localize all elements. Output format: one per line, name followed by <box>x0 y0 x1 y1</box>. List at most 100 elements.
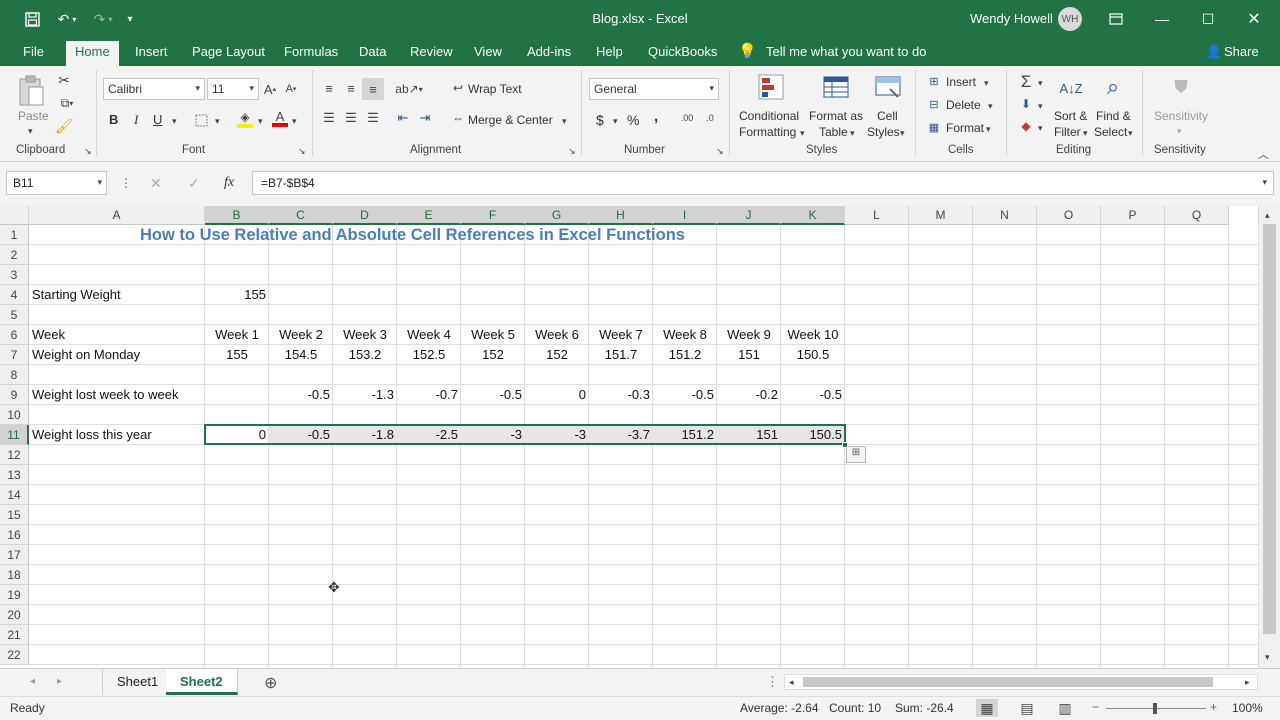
conditional-formatting-label[interactable]: Conditional <box>739 109 799 123</box>
formula-input[interactable]: =B7-$B$4 ▾ <box>252 171 1274 195</box>
week-header-10[interactable]: Week 10 <box>781 325 845 345</box>
status-average[interactable]: Average: -2.64 <box>740 701 819 715</box>
status-sum[interactable]: Sum: -26.4 <box>895 701 954 715</box>
find-select-dropdown-icon[interactable]: ▾ <box>1128 128 1133 139</box>
monday-weight-2[interactable]: 154.5 <box>269 345 333 365</box>
row-header-19[interactable]: 19 <box>0 585 29 605</box>
weekly-loss-5[interactable]: -0.5 <box>461 385 525 405</box>
prev-sheet-icon[interactable]: ◂ <box>30 676 35 687</box>
more-sheets-icon[interactable]: ⋮ <box>766 674 779 690</box>
weekly-loss-3[interactable]: -1.3 <box>333 385 397 405</box>
clipboard-launcher-icon[interactable]: ↘ <box>84 146 92 157</box>
monday-weight-8[interactable]: 151.2 <box>653 345 717 365</box>
number-launcher-icon[interactable]: ↘ <box>716 146 724 157</box>
page-layout-view-icon[interactable]: ▤ <box>1016 699 1038 717</box>
fill-color-icon[interactable]: ◈ <box>236 110 254 128</box>
horizontal-scroll-thumb[interactable] <box>803 677 1213 687</box>
row-header-10[interactable]: 10 <box>0 405 29 425</box>
find-select-label[interactable]: Find & <box>1096 109 1131 123</box>
tab-file[interactable]: File <box>23 44 44 59</box>
tab-data[interactable]: Data <box>359 44 386 59</box>
fill-icon[interactable]: ⬇ <box>1017 96 1035 112</box>
cell-styles-icon[interactable] <box>873 72 903 102</box>
week-header-7[interactable]: Week 7 <box>589 325 653 345</box>
weekly-loss-10[interactable]: -0.5 <box>781 385 845 405</box>
underline-button[interactable]: U <box>153 112 162 127</box>
sheet-tab-sheet2[interactable]: Sheet2 <box>166 669 238 695</box>
weekly-loss-6[interactable]: 0 <box>525 385 589 405</box>
monday-weight-3[interactable]: 153.2 <box>333 345 397 365</box>
format-painter-icon[interactable]: 🖌 <box>55 118 73 134</box>
monday-weight-5[interactable]: 152 <box>461 345 525 365</box>
monday-weight-7[interactable]: 151.7 <box>589 345 653 365</box>
font-name-select[interactable]: Calibri ▾ <box>103 78 205 100</box>
insert-cells-button[interactable]: Insert <box>946 75 976 89</box>
paste-label[interactable]: Paste <box>18 109 49 123</box>
confirm-entry-icon[interactable]: ✓ <box>188 175 200 192</box>
comma-style-button[interactable]: , <box>654 108 658 125</box>
scroll-down-icon[interactable]: ▾ <box>1265 652 1270 663</box>
align-right-icon[interactable]: ☰ <box>364 110 382 126</box>
minimize-icon[interactable]: — <box>1150 0 1174 38</box>
ribbon-display-options-icon[interactable] <box>1104 0 1128 38</box>
insert-cells-icon[interactable]: ⊞ <box>926 74 942 88</box>
avatar[interactable]: WH <box>1058 7 1082 31</box>
tab-home[interactable]: Home <box>66 41 119 66</box>
sheet-title[interactable]: How to Use Relative and Absolute Cell Re… <box>140 225 940 245</box>
quick-analysis-icon[interactable]: ⊞ <box>846 446 866 463</box>
bold-button[interactable]: B <box>109 112 118 127</box>
cell-styles-label-2[interactable]: Styles <box>867 125 900 139</box>
orientation-icon[interactable]: ab↗ ▾ <box>395 80 423 98</box>
row-header-4[interactable]: 4 <box>0 285 29 305</box>
row-header-21[interactable]: 21 <box>0 625 29 645</box>
cell-a6[interactable]: Week <box>29 325 205 345</box>
format-cells-button[interactable]: Format <box>946 121 984 135</box>
wrap-text-icon[interactable]: ↩ <box>450 80 466 96</box>
number-format-select[interactable]: General ▾ <box>589 78 719 100</box>
font-launcher-icon[interactable]: ↘ <box>298 146 306 157</box>
top-align-icon[interactable]: ≡ <box>320 80 338 96</box>
week-header-6[interactable]: Week 6 <box>525 325 589 345</box>
expand-formula-icon[interactable]: ▾ <box>1262 177 1267 188</box>
weekly-loss-4[interactable]: -0.7 <box>397 385 461 405</box>
row-header-2[interactable]: 2 <box>0 245 29 265</box>
increase-decimal-icon[interactable]: .00 <box>678 110 696 126</box>
monday-weight-6[interactable]: 152 <box>525 345 589 365</box>
weekly-loss-8[interactable]: -0.5 <box>653 385 717 405</box>
sort-filter-dropdown-icon[interactable]: ▾ <box>1083 128 1088 139</box>
format-cells-icon[interactable]: ▦ <box>926 120 942 134</box>
scroll-up-icon[interactable]: ▴ <box>1265 210 1270 221</box>
increase-font-size-icon[interactable]: A ▴ <box>263 80 277 98</box>
sensitivity-icon[interactable]: ⛊ <box>1168 74 1194 100</box>
zoom-slider-thumb[interactable] <box>1153 703 1157 714</box>
tab-review[interactable]: Review <box>410 44 453 59</box>
cancel-entry-icon[interactable]: ✕ <box>150 175 162 192</box>
clear-dropdown-icon[interactable]: ▾ <box>1038 123 1043 134</box>
week-header-1[interactable]: Week 1 <box>205 325 269 345</box>
week-header-5[interactable]: Week 5 <box>461 325 525 345</box>
row-header-9[interactable]: 9 <box>0 385 29 405</box>
wrap-text-button[interactable]: Wrap Text <box>468 82 522 96</box>
week-header-3[interactable]: Week 3 <box>333 325 397 345</box>
row-header-6[interactable]: 6 <box>0 325 29 345</box>
sort-filter-icon[interactable]: A↓Z <box>1056 74 1086 102</box>
row-header-11[interactable]: 11 <box>0 425 29 445</box>
font-color-dropdown-icon[interactable]: ▾ <box>292 116 297 127</box>
weekly-loss-7[interactable]: -0.3 <box>589 385 653 405</box>
clear-icon[interactable]: ◆ <box>1017 118 1035 134</box>
merge-center-button[interactable]: Merge & Center <box>468 113 553 127</box>
row-header-16[interactable]: 16 <box>0 525 29 545</box>
conditional-formatting-icon[interactable] <box>756 72 786 102</box>
week-header-9[interactable]: Week 9 <box>717 325 781 345</box>
font-color-icon[interactable]: A <box>271 110 289 128</box>
align-center-icon[interactable]: ☰ <box>342 110 360 126</box>
bottom-align-icon[interactable]: ≡ <box>362 78 384 100</box>
week-header-8[interactable]: Week 8 <box>653 325 717 345</box>
format-as-table-label-2[interactable]: Table <box>819 125 848 139</box>
name-box[interactable]: B11 ▾ <box>6 171 107 195</box>
cell-b4[interactable]: 155 <box>205 285 269 305</box>
row-header-3[interactable]: 3 <box>0 265 29 285</box>
tab-view[interactable]: View <box>474 44 502 59</box>
row-header-8[interactable]: 8 <box>0 365 29 385</box>
fill-color-dropdown-icon[interactable]: ▾ <box>258 116 263 127</box>
